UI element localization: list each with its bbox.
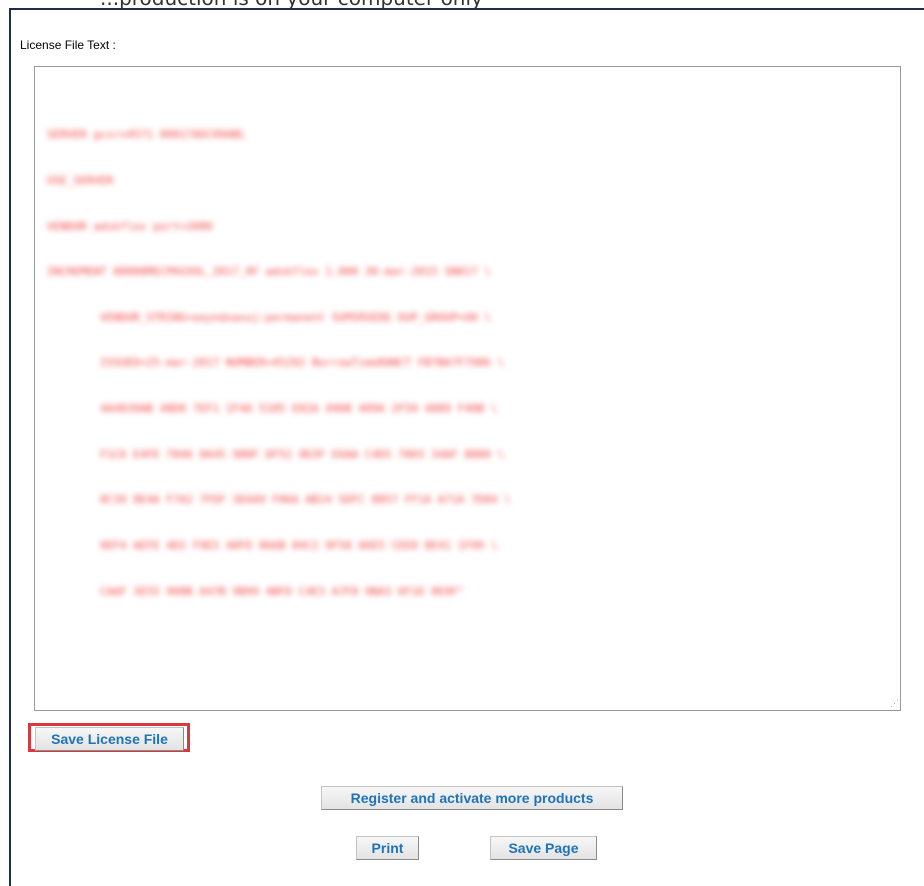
license-line: INCREMENT 88888MECPKGVOL_2017_0F adskfle… bbox=[47, 265, 491, 279]
license-line: USE_SERVER bbox=[47, 174, 114, 188]
print-button[interactable]: Print bbox=[356, 836, 419, 860]
license-line: 8C39 8E4A F7A2 7FDF 3E6A9 F06A AB14 5DFC… bbox=[47, 493, 511, 507]
register-activate-more-button[interactable]: Register and activate more products bbox=[321, 786, 623, 810]
license-line: 4A4839AB 48D0 7EF1 1F4A 5185 E02A 496B 4… bbox=[47, 402, 498, 416]
license-line: 9EF4 AEFE 4D2 F9E5 40FD 866B 84C2 9F58 A… bbox=[47, 538, 498, 552]
license-line: CAAF 3E55 908B A47B 9B99 4BFD C4E3 A7F8 … bbox=[47, 584, 465, 598]
page: ...production is on your computer only L… bbox=[0, 0, 924, 886]
save-page-button[interactable]: Save Page bbox=[490, 836, 597, 860]
license-text-content: SERVER gcsrv4571 00017A6C09ABL USE_SERVE… bbox=[47, 97, 511, 629]
license-file-text-label: License File Text : bbox=[20, 38, 116, 52]
resize-grip-icon[interactable]: ⋰ bbox=[890, 698, 899, 709]
license-file-textarea[interactable]: SERVER gcsrv4571 00017A6C09ABL USE_SERVE… bbox=[34, 66, 901, 711]
license-line: SERVER gcsrv4571 00017A6C09ABL bbox=[47, 128, 246, 142]
license-line: F1C6 E4FE 7846 0A45 988F DF52 9D3F E6AA … bbox=[47, 447, 504, 461]
save-license-file-button[interactable]: Save License File bbox=[35, 727, 184, 751]
license-line: VENDOR adskflex port=2080 bbox=[47, 219, 213, 233]
license-line: VENDOR_STRING=oeyndxaxuj:permanent SUPER… bbox=[47, 310, 491, 324]
license-line: ISSUED=25-mar-2017 NUMBER=45292 BorrowTi… bbox=[47, 356, 504, 370]
